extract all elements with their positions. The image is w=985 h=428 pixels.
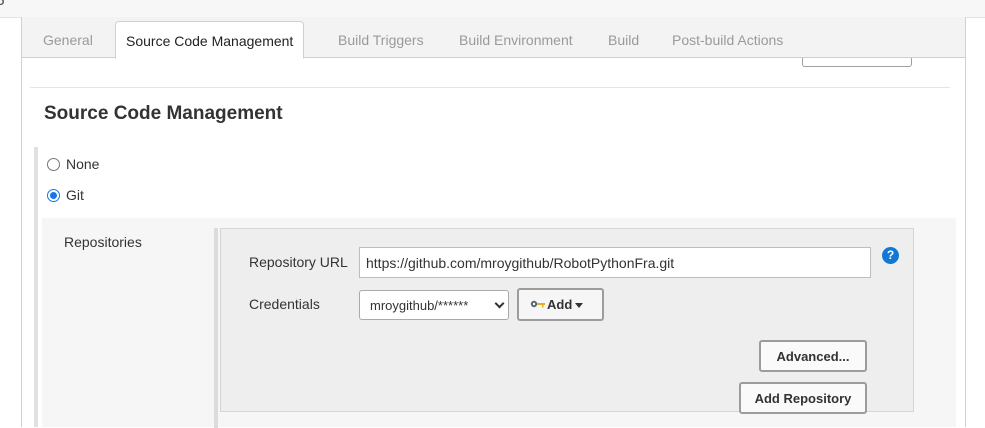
- tab-source-code-management[interactable]: Source Code Management: [115, 21, 305, 59]
- caret-down-icon: [575, 303, 583, 308]
- repository-url-label: Repository URL: [249, 254, 348, 270]
- add-credentials-button[interactable]: Add: [517, 288, 604, 321]
- tab-build-triggers[interactable]: Build Triggers: [338, 32, 424, 48]
- credentials-select[interactable]: mroygithub/******: [359, 290, 509, 320]
- tab-build[interactable]: Build: [608, 32, 639, 48]
- tab-bar: General Source Code Management Build Tri…: [22, 17, 965, 59]
- git-radio[interactable]: [47, 188, 60, 202]
- tab-post-build-actions[interactable]: Post-build Actions: [672, 32, 783, 48]
- add-label: Add: [547, 297, 573, 312]
- section-title: Source Code Management: [44, 103, 283, 124]
- scm-indent-bar: [34, 147, 38, 427]
- repository-url-help-icon[interactable]: ?: [882, 247, 899, 264]
- repository-entry: Repository URL ? Credentials mroygithub/…: [220, 228, 914, 414]
- partial-button[interactable]: [802, 58, 912, 67]
- tab-general[interactable]: General: [43, 32, 93, 48]
- advanced-button[interactable]: Advanced...: [759, 340, 867, 372]
- top-edge-icon: ᕊ: [0, 0, 5, 8]
- divider: [30, 87, 950, 88]
- credentials-value: mroygithub/******: [370, 298, 469, 313]
- top-strip: ᕊ: [0, 0, 985, 18]
- credentials-label: Credentials: [249, 296, 320, 312]
- add-repository-button[interactable]: Add Repository: [739, 382, 867, 414]
- scm-option-git[interactable]: Git: [47, 187, 84, 203]
- repositories-label: Repositories: [64, 234, 142, 250]
- repository-url-input[interactable]: [359, 247, 871, 278]
- chevron-down-icon: [494, 298, 505, 309]
- none-radio[interactable]: [47, 157, 60, 171]
- git-config-box: Repositories Repository URL ? Credential…: [42, 218, 956, 428]
- config-panel: General Source Code Management Build Tri…: [21, 17, 966, 428]
- scm-option-none[interactable]: None: [47, 156, 99, 172]
- none-label: None: [66, 156, 100, 172]
- tab-build-environment[interactable]: Build Environment: [459, 32, 573, 48]
- repositories-indent-bar: [214, 228, 218, 428]
- key-icon: [530, 300, 545, 308]
- git-label: Git: [66, 187, 84, 203]
